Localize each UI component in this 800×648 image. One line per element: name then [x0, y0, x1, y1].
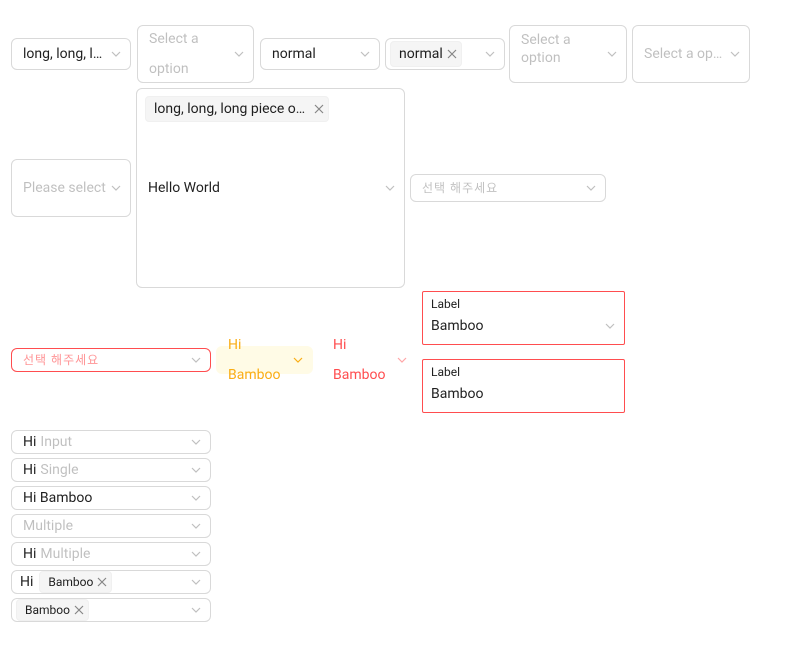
select-placeholder: Select a option	[521, 31, 602, 67]
prefix: Hi	[23, 455, 36, 485]
chevron-down-icon	[110, 48, 122, 60]
select-long-text[interactable]: long, long, lon…	[11, 38, 131, 70]
tag: Bamboo	[16, 599, 89, 621]
select-value: Bamboo	[431, 314, 616, 342]
select-value: long, long, lon…	[23, 39, 106, 69]
chevron-down-icon	[190, 436, 202, 448]
select-prefix-single[interactable]: Hi Single	[11, 458, 211, 482]
select-hello-world-multi[interactable]: long, long, long piece of text Hello Wor…	[136, 88, 405, 288]
select-please-select[interactable]: Please select	[11, 159, 131, 217]
select-prefix-multiple[interactable]: Hi Multiple	[11, 542, 211, 566]
chevron-down-icon	[396, 354, 408, 366]
select-placeholder: Select a option	[149, 24, 229, 84]
select-placeholder: Multiple	[23, 511, 73, 541]
chevron-down-icon	[190, 354, 202, 366]
select-value: Hi Bamboo	[228, 330, 288, 390]
select-search-text: Hello World	[148, 173, 220, 203]
select-multi-normal[interactable]: normal	[385, 38, 505, 70]
tag-label: long, long, long piece of text	[154, 94, 310, 124]
tag-label: Bamboo	[48, 572, 93, 592]
select-prefix-input[interactable]: Hi Input	[11, 430, 211, 454]
select-value: Hi Bamboo	[333, 330, 392, 390]
tag: normal	[390, 41, 462, 67]
select-placeholder-tall-1[interactable]: Select a option	[137, 25, 254, 83]
select-placeholder: Single	[40, 455, 78, 485]
chevron-down-icon	[585, 182, 597, 194]
chevron-down-icon	[190, 548, 202, 560]
close-icon[interactable]	[314, 104, 324, 114]
prefix: Hi	[23, 539, 36, 569]
select-placeholder: 선택 해주세요	[23, 345, 99, 375]
select-placeholder-tall-3[interactable]: Select a option	[632, 25, 750, 83]
chevron-down-icon	[729, 48, 741, 60]
chevron-down-icon	[604, 320, 616, 332]
select-prefix-tag[interactable]: Hi Bamboo	[11, 570, 211, 594]
chevron-down-icon	[233, 48, 245, 60]
tag: Bamboo	[39, 571, 112, 593]
tag-label: normal	[399, 39, 443, 69]
chevron-down-icon	[190, 520, 202, 532]
prefix: Hi	[20, 567, 33, 597]
labeled-select-1[interactable]: Label Bamboo	[422, 291, 625, 345]
select-tag-only[interactable]: Bamboo	[11, 598, 211, 622]
chevron-down-icon	[292, 354, 304, 366]
select-error[interactable]: 선택 해주세요	[11, 348, 211, 372]
close-icon[interactable]	[74, 605, 84, 615]
tag-label: Bamboo	[25, 600, 70, 620]
select-placeholder: Please select	[23, 173, 106, 203]
prefix: Hi	[23, 427, 36, 457]
select-korean-placeholder[interactable]: 선택 해주세요	[410, 174, 606, 202]
chevron-down-icon	[606, 48, 618, 60]
field-label: Label	[431, 364, 616, 380]
select-placeholder-tall-2[interactable]: Select a option	[509, 25, 627, 83]
select-warning-borderless[interactable]: Hi Bamboo	[322, 346, 416, 374]
chevron-down-icon	[190, 604, 202, 616]
select-multiple-empty[interactable]: Multiple	[11, 514, 211, 538]
close-icon[interactable]	[97, 577, 107, 587]
select-placeholder: Select a option	[644, 39, 725, 69]
chevron-down-icon	[110, 182, 122, 194]
select-normal[interactable]: normal	[260, 38, 380, 70]
labeled-select-2[interactable]: Label Bamboo	[422, 359, 625, 413]
select-value: normal	[272, 39, 316, 69]
chevron-down-icon	[484, 48, 496, 60]
chevron-down-icon	[359, 48, 371, 60]
select-value: Bamboo	[431, 382, 616, 410]
chevron-down-icon	[190, 492, 202, 504]
select-warning-filled[interactable]: Hi Bamboo	[216, 346, 313, 374]
chevron-down-icon	[190, 576, 202, 588]
chevron-down-icon	[190, 464, 202, 476]
multi-content: long, long, long piece of text	[145, 93, 380, 125]
select-hi-bamboo[interactable]: Hi Bamboo	[11, 486, 211, 510]
field-label: Label	[431, 296, 616, 312]
tag: long, long, long piece of text	[145, 96, 329, 122]
chevron-down-icon	[384, 182, 396, 194]
select-placeholder: 선택 해주세요	[422, 173, 498, 203]
close-icon[interactable]	[447, 49, 457, 59]
select-placeholder: Multiple	[40, 539, 90, 569]
select-value: Hi Bamboo	[23, 483, 92, 513]
select-placeholder: Input	[40, 427, 72, 457]
